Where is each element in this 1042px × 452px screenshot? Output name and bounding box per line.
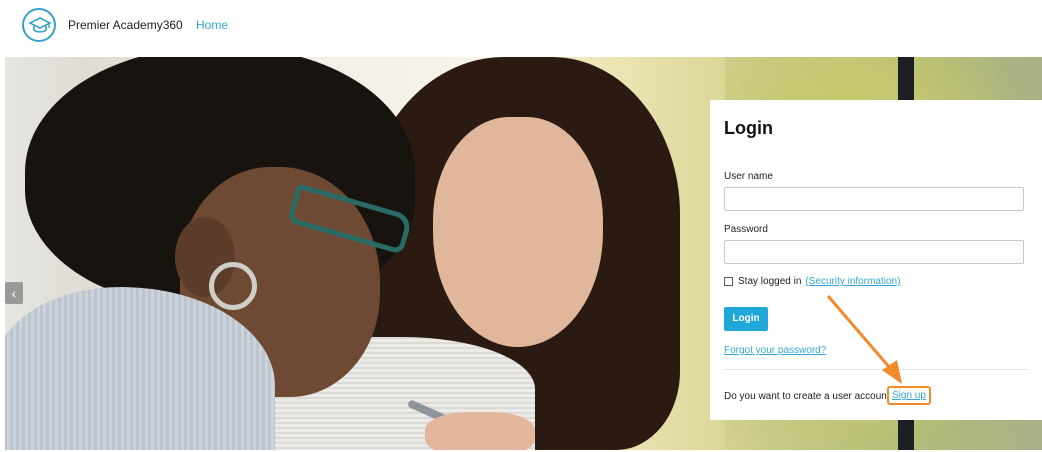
highlight-arrow-icon bbox=[826, 295, 902, 384]
earring bbox=[209, 262, 257, 310]
security-information-link[interactable]: (Security information) bbox=[805, 276, 900, 287]
create-account-prompt: Do you want to create a user account? bbox=[724, 391, 896, 402]
stay-logged-in-checkbox[interactable] bbox=[724, 277, 733, 286]
password-input[interactable] bbox=[724, 240, 1024, 264]
student-right-face bbox=[433, 117, 603, 347]
forgot-password-link[interactable]: Forgot your password? bbox=[724, 345, 826, 356]
stay-logged-in-row: Stay logged in (Security information) bbox=[724, 276, 900, 287]
nav-home-link[interactable]: Home bbox=[196, 18, 228, 32]
username-label: User name bbox=[724, 171, 773, 182]
stay-logged-in-label: Stay logged in bbox=[738, 276, 802, 287]
username-input[interactable] bbox=[724, 187, 1024, 211]
brand-name[interactable]: Premier Academy360 bbox=[68, 18, 183, 32]
login-button[interactable]: Login bbox=[724, 307, 768, 331]
graduation-cap-icon[interactable] bbox=[22, 8, 56, 42]
top-header: Premier Academy360 Home bbox=[0, 0, 1042, 54]
carousel-prev-button[interactable]: ‹ bbox=[5, 282, 23, 304]
login-title: Login bbox=[724, 118, 773, 138]
student-right-hand bbox=[425, 412, 535, 450]
password-label: Password bbox=[724, 224, 768, 235]
